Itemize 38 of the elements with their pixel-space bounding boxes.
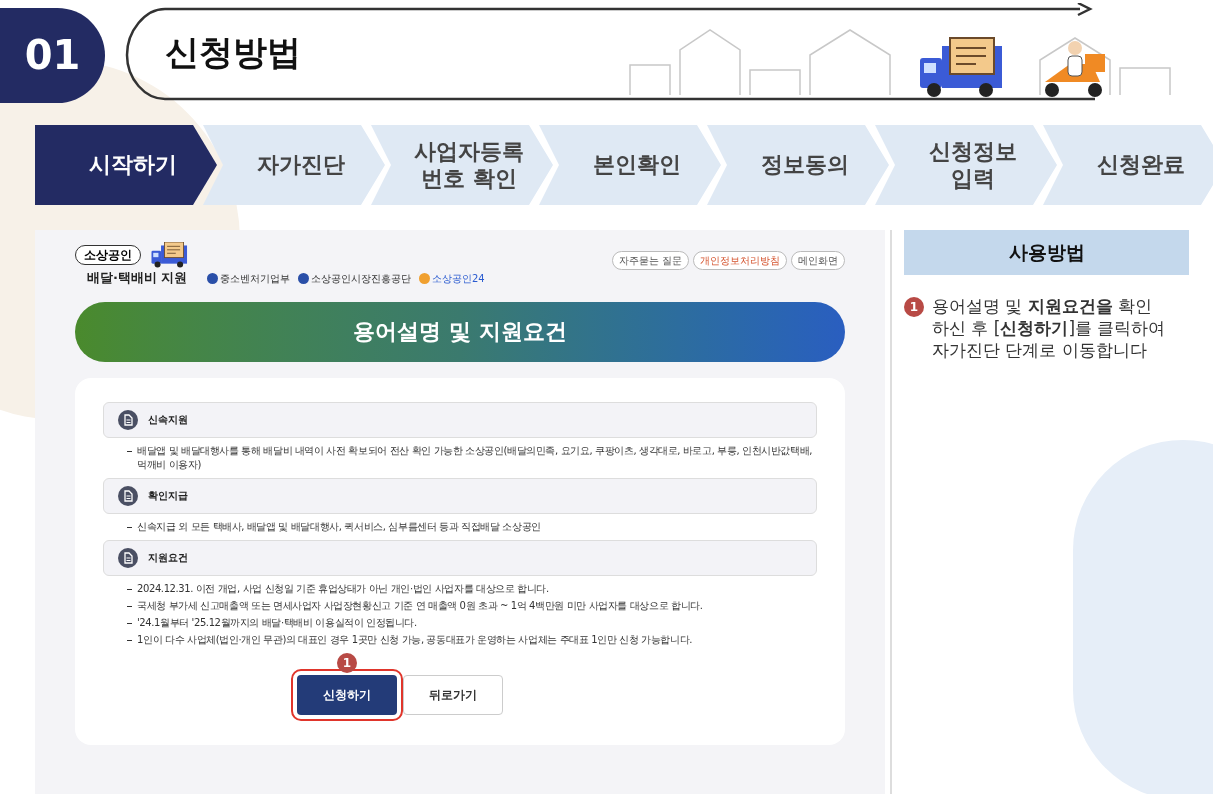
step-tab[interactable]: 신청정보 입력 bbox=[875, 125, 1057, 205]
guide-title: 사용방법 bbox=[904, 230, 1189, 275]
section-text: 2024.12.31. 이전 개업, 사업 신청일 기준 휴업상태가 아닌 개인·법인 사업자를 대상으로 합니다. bbox=[137, 581, 549, 596]
agency-name: 중소벤처기업부 bbox=[220, 271, 290, 286]
step-tab[interactable]: 본인확인 bbox=[539, 125, 721, 205]
emblem-icon bbox=[207, 272, 218, 284]
logo-badge: 소상공인 bbox=[75, 245, 141, 265]
section-title: 신속지원 bbox=[148, 413, 188, 427]
section-text: 신속지급 외 모든 택배사, 배달앱 및 배달대행사, 퀵서비스, 심부름센터 등과 직접배달 소상공인 bbox=[137, 519, 541, 534]
section-number: 01 bbox=[0, 7, 105, 103]
step-tab[interactable]: 시작하기 bbox=[35, 125, 217, 205]
section-text: 국세청 부가세 신고매출액 또는 면세사업자 사업장현황신고 기준 연 매출액 0원 초과 ~ 1억 4백만원 미만 사업자를 대상으로 합니다. bbox=[137, 598, 703, 613]
emblem-icon bbox=[419, 272, 430, 284]
section-text: 1인이 다수 사업체(법인·개인 무관)의 대표인 경우 1곳만 신청 가능, 공동대표가 운영하는 사업체는 주대표 1인만 신청 가능합니다. bbox=[137, 632, 692, 647]
section-title: 지원요건 bbox=[148, 551, 188, 565]
step-tab[interactable]: 신청완료 bbox=[1043, 125, 1213, 205]
logo-title: 배달·택배비 지원 bbox=[87, 269, 188, 287]
document-icon bbox=[118, 409, 138, 430]
agency-name: 소상공인시장진흥공단 bbox=[311, 271, 411, 286]
agency-name: 소상공인24 bbox=[432, 271, 485, 286]
header-link[interactable]: 자주묻는 질문 bbox=[611, 250, 689, 270]
banner: 용어설명 및 지원요건 bbox=[75, 301, 845, 362]
section-text: '24.1월부터 '25.12월까지의 배달·택배비 이용실적이 인정됩니다. bbox=[137, 615, 417, 630]
step-tab[interactable]: 사업자등록 번호 확인 bbox=[371, 125, 553, 205]
section-title: 확인지급 bbox=[148, 489, 188, 503]
step-badge: 1 bbox=[337, 652, 357, 673]
document-icon bbox=[118, 547, 138, 568]
action-button[interactable]: 뒤로가기 bbox=[403, 674, 503, 715]
document-icon bbox=[118, 485, 138, 506]
step-tab[interactable]: 자가진단 bbox=[203, 125, 385, 205]
section-text: 배달앱 및 배달대행사를 통해 배달비 내역이 사전 확보되어 전산 확인 가능한 소상공인(배달의민족, 요기요, 쿠팡이츠, 생각대로, 바로고, 부릉, 인천시반값택배, 먹깨비 이용자) bbox=[137, 443, 813, 472]
step-tab[interactable]: 정보동의 bbox=[707, 125, 889, 205]
page-title: 신청방법 bbox=[165, 31, 301, 74]
emblem-icon bbox=[298, 272, 309, 284]
header-link[interactable]: 개인정보처리방침 bbox=[693, 250, 787, 270]
guide-text: 용어설명 및 지원요건을 확인하신 후 [신청하기]를 클릭하여 자가진단 단계로 이동합니다 bbox=[932, 295, 1167, 361]
header-link[interactable]: 메인화면 bbox=[791, 250, 845, 270]
step-badge: 1 bbox=[904, 297, 924, 317]
